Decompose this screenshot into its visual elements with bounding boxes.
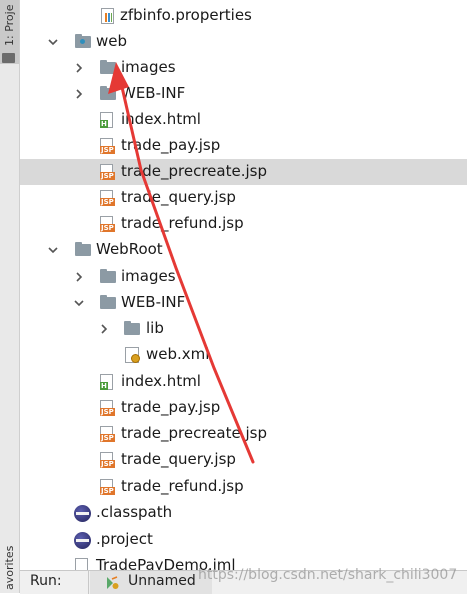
tree-row-classpath[interactable]: .classpath: [20, 500, 467, 526]
tree-row-web-xml[interactable]: web.xml: [20, 342, 467, 368]
tree-label: trade_query.jsp: [121, 450, 236, 468]
chevron-right-icon[interactable]: [72, 87, 86, 101]
tree-label: lib: [146, 319, 164, 337]
tree-label: WEB-INF: [121, 293, 186, 311]
module-file-icon: [75, 558, 88, 570]
project-tool-tab[interactable]: 1: Proje: [0, 0, 19, 64]
run-tab-label: Unnamed: [128, 573, 196, 589]
tree-label: .project: [96, 530, 153, 548]
run-config-icon: [107, 576, 119, 589]
project-tab-label: 1: Proje: [3, 4, 16, 46]
folder-icon: [100, 295, 116, 309]
web-folder-icon: [75, 34, 91, 48]
run-config-tab[interactable]: Unnamed: [90, 571, 212, 594]
properties-file-icon: [101, 8, 114, 24]
xml-config-file-icon: [125, 347, 140, 363]
eclipse-icon: [74, 505, 91, 522]
tree-row-trade-refund-jsp[interactable]: JSP trade_refund.jsp: [20, 474, 467, 500]
tree-row-lib[interactable]: lib: [20, 316, 467, 342]
chevron-down-icon[interactable]: [46, 35, 60, 49]
chevron-down-icon[interactable]: [72, 296, 86, 310]
tree-label: trade_pay.jsp: [121, 398, 221, 416]
tree-row-web-inf[interactable]: WEB-INF: [20, 81, 467, 107]
tree-row-index-html[interactable]: H index.html: [20, 107, 467, 133]
jsp-file-icon: JSP: [100, 479, 115, 495]
jsp-file-icon: JSP: [100, 216, 115, 232]
tree-label: trade_refund.jsp: [121, 477, 244, 495]
folder-icon: [124, 321, 140, 335]
tree-label: trade_precreate.jsp: [121, 424, 267, 442]
tool-window-strip: 1: Proje avorites: [0, 0, 20, 593]
tree-label: index.html: [121, 372, 201, 390]
chevron-right-icon[interactable]: [97, 322, 111, 336]
tree-label: web: [96, 32, 128, 50]
jsp-file-icon: JSP: [100, 426, 115, 442]
tree-label: trade_pay.jsp: [121, 136, 221, 154]
tree-row-trade-pay-jsp[interactable]: JSP trade_pay.jsp: [20, 395, 467, 421]
divider: [88, 571, 89, 594]
tree-row-trade-refund-jsp[interactable]: JSP trade_refund.jsp: [20, 211, 467, 237]
tree-label: trade_refund.jsp: [121, 214, 244, 232]
folder-icon: [100, 60, 116, 74]
chevron-right-icon[interactable]: [72, 270, 86, 284]
tree-row-zfbinfo-properties[interactable]: zfbinfo.properties: [20, 3, 467, 29]
folder-icon: [75, 242, 91, 256]
jsp-file-icon: JSP: [100, 190, 115, 206]
tree-row-trade-precreate-jsp[interactable]: JSP trade_precreate.jsp: [20, 421, 467, 447]
tree-row-trade-precreate-jsp[interactable]: JSP trade_precreate.jsp: [20, 159, 467, 185]
tree-row-web[interactable]: web: [20, 29, 467, 55]
tree-row-images[interactable]: images: [20, 55, 467, 81]
jsp-file-icon: JSP: [100, 138, 115, 154]
tree-label: images: [121, 267, 176, 285]
project-folder-icon: [2, 53, 15, 63]
chevron-right-icon[interactable]: [72, 61, 86, 75]
tree-label: trade_query.jsp: [121, 188, 236, 206]
folder-icon: [100, 86, 116, 100]
html-file-icon: H: [100, 112, 113, 128]
jsp-file-icon: JSP: [100, 452, 115, 468]
tree-label: WEB-INF: [121, 84, 186, 102]
tree-label: trade_precreate.jsp: [121, 162, 267, 180]
watermark: https://blog.csdn.net/shark_chili3007: [198, 567, 458, 583]
html-file-icon: H: [100, 374, 113, 390]
jsp-file-icon: JSP: [100, 164, 115, 180]
tree-row-trade-pay-jsp[interactable]: JSP trade_pay.jsp: [20, 133, 467, 159]
tree-row-webroot[interactable]: WebRoot: [20, 237, 467, 263]
tree-row-project[interactable]: .project: [20, 527, 467, 553]
tree-row-trade-query-jsp[interactable]: JSP trade_query.jsp: [20, 185, 467, 211]
eclipse-icon: [74, 532, 91, 549]
tree-label: web.xml: [146, 345, 210, 363]
tree-label: index.html: [121, 110, 201, 128]
chevron-down-icon[interactable]: [46, 243, 60, 257]
folder-icon: [100, 269, 116, 283]
favorites-tab-label[interactable]: avorites: [3, 546, 16, 590]
tree-label: zfbinfo.properties: [120, 6, 252, 24]
run-label: Run:: [30, 573, 62, 589]
tree-row-trade-query-jsp[interactable]: JSP trade_query.jsp: [20, 447, 467, 473]
tree-label: images: [121, 58, 176, 76]
tree-row-index-html[interactable]: H index.html: [20, 369, 467, 395]
tree-row-images[interactable]: images: [20, 264, 467, 290]
project-tree[interactable]: zfbinfo.properties web images WEB-INF H …: [20, 0, 467, 570]
tree-row-web-inf[interactable]: WEB-INF: [20, 290, 467, 316]
jsp-file-icon: JSP: [100, 400, 115, 416]
tree-label: .classpath: [96, 503, 173, 521]
tree-label: WebRoot: [96, 240, 163, 258]
